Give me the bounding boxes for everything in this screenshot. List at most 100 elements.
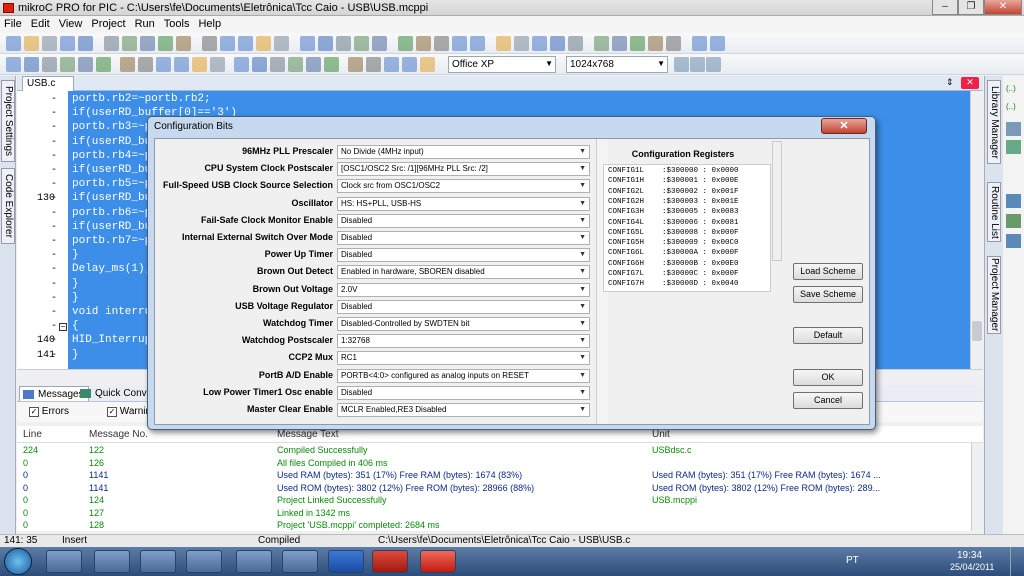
config-select[interactable]: MCLR Enabled,RE3 Disabled ▼ (337, 403, 590, 417)
toolbar-button[interactable] (156, 57, 171, 72)
toolbar-button[interactable] (158, 36, 173, 51)
config-select[interactable]: Disabled ▼ (337, 299, 590, 314)
toolbar-button[interactable] (238, 36, 253, 51)
code-line[interactable]: if(userRD_bu (72, 192, 151, 204)
toolbar-button[interactable] (692, 36, 707, 51)
col-message-text[interactable]: Message Text (277, 429, 339, 440)
toolbar-button[interactable] (420, 57, 435, 72)
toolbar-button[interactable] (96, 57, 111, 72)
toolbar-button[interactable] (416, 36, 431, 51)
code-line[interactable]: portb.rb5=~p (72, 178, 151, 190)
default-button[interactable]: Default (793, 327, 863, 344)
config-select[interactable]: PORTB<4:0> configured as analog inputs o… (337, 368, 590, 383)
config-select[interactable]: No Divide (4MHz input) ▼ (337, 145, 590, 159)
toolbar-button[interactable] (336, 36, 351, 51)
minimize-button[interactable]: – (932, 0, 958, 15)
code-line[interactable]: HID_Interrup (72, 334, 151, 346)
menu-view[interactable]: View (55, 16, 88, 30)
pin-icon[interactable]: ⇕ (946, 77, 954, 88)
maximize-button[interactable]: ❐ (958, 0, 984, 15)
library-icon[interactable]: (..) (1006, 84, 1021, 98)
scroll-thumb[interactable] (972, 321, 982, 341)
toolbar-button[interactable] (274, 36, 289, 51)
toolbar-button[interactable] (24, 57, 39, 72)
toolbar-button[interactable] (6, 36, 21, 51)
toolbar-button[interactable] (674, 57, 689, 72)
toolbar-button[interactable] (288, 57, 303, 72)
code-line[interactable]: } (72, 249, 79, 261)
tab-usb-c[interactable]: USB.c (22, 76, 74, 91)
menu-file[interactable]: File (0, 16, 27, 30)
toolbar-button[interactable] (354, 36, 369, 51)
message-row[interactable]: 0 1141 Used RAM (bytes): 351 (17%) Free RA… (17, 469, 971, 482)
library-icon[interactable] (1006, 214, 1021, 228)
toolbar-button[interactable] (270, 57, 285, 72)
registers-list[interactable]: CONFIG1L :$300000 : 0x0000 CONFIG1H :$300… (603, 164, 771, 292)
config-select[interactable]: Disabled-Controlled by SWDTEN bit ▼ (337, 317, 590, 331)
clock-date[interactable]: 25/04/2011 (950, 562, 994, 572)
clock-time[interactable]: 19:34 (957, 550, 982, 561)
library-icon[interactable] (1006, 122, 1021, 136)
message-row[interactable]: 224 122 Compiled Successfully USBdsc.c (17, 444, 971, 457)
explorer-icon[interactable] (282, 550, 318, 573)
code-line[interactable]: } (72, 292, 79, 304)
code-line[interactable]: portb.rb2=~portb.rb2; (72, 93, 211, 105)
toolbar-button[interactable] (24, 36, 39, 51)
col-message-no[interactable]: Message No. (89, 429, 148, 440)
code-line[interactable]: { (72, 320, 79, 332)
library-icon[interactable] (1006, 234, 1021, 248)
toolbar-button[interactable] (300, 36, 315, 51)
toolbar-button[interactable] (120, 57, 135, 72)
messages-scrollbar[interactable] (971, 443, 983, 531)
toolbar-button[interactable] (104, 36, 119, 51)
message-row[interactable]: 0 124 Project Linked Successfully USB.mcppi (17, 494, 971, 507)
config-select[interactable]: Disabled ▼ (337, 231, 590, 245)
isis-icon[interactable] (328, 550, 364, 573)
toolbar-button[interactable] (60, 36, 75, 51)
toolbar-button[interactable] (648, 36, 663, 51)
toolbar-button[interactable] (532, 36, 547, 51)
app-icon[interactable] (236, 550, 272, 573)
menu-project[interactable]: Project (87, 16, 130, 30)
show-desktop-button[interactable] (1010, 547, 1024, 576)
mikroc-icon[interactable] (420, 550, 456, 573)
code-line[interactable]: } (72, 278, 79, 290)
config-select[interactable]: Disabled ▼ (337, 248, 590, 263)
toolbar-button[interactable] (138, 57, 153, 72)
library-icon[interactable] (1006, 140, 1021, 154)
col-line[interactable]: Line (23, 429, 42, 440)
media-player-icon[interactable] (94, 550, 130, 573)
config-select[interactable]: 1:32768 ▼ (337, 334, 590, 349)
tab-code-explorer[interactable]: Code Explorer (1, 168, 15, 244)
toolbar-button[interactable] (470, 36, 485, 51)
toolbar-button[interactable] (78, 57, 93, 72)
toolbar-button[interactable] (402, 57, 417, 72)
code-line[interactable]: Delay_ms(1); (72, 263, 151, 275)
library-icon[interactable] (1006, 194, 1021, 208)
config-select[interactable]: Enabled in hardware, SBOREN disabled ▼ (337, 265, 590, 280)
config-select[interactable]: Disabled ▼ (337, 213, 590, 228)
language-indicator[interactable]: PT (846, 555, 859, 566)
ok-button[interactable]: OK (793, 369, 863, 386)
toolbar-button[interactable] (612, 36, 627, 51)
warnings-checkbox[interactable]: ✓ (107, 407, 117, 417)
toolbar-button[interactable] (202, 36, 217, 51)
toolbar-button[interactable] (256, 36, 271, 51)
load-scheme-button[interactable]: Load Scheme (793, 263, 863, 280)
code-line[interactable]: if(userRD_bu (72, 136, 151, 148)
toolbar-button[interactable] (122, 36, 137, 51)
csharp-icon[interactable] (140, 550, 176, 573)
code-line[interactable]: portb.rb7=~p (72, 235, 151, 247)
config-select[interactable]: [OSC1/OSC2 Src: /1][96MHz PLL Src: /2] ▼ (337, 162, 590, 177)
toolbar-button[interactable] (140, 36, 155, 51)
toolbar-button[interactable] (384, 57, 399, 72)
toolbar-button[interactable] (210, 57, 225, 72)
config-select[interactable]: Clock src from OSC1/OSC2 ▼ (337, 179, 590, 194)
toolbar-button[interactable] (496, 36, 511, 51)
toolbar-button[interactable] (366, 57, 381, 72)
toolbar-button[interactable] (174, 57, 189, 72)
menu-edit[interactable]: Edit (27, 16, 55, 30)
close-button[interactable]: ✕ (984, 0, 1022, 15)
cancel-button[interactable]: Cancel (793, 392, 863, 409)
col-unit[interactable]: Unit (652, 429, 670, 440)
